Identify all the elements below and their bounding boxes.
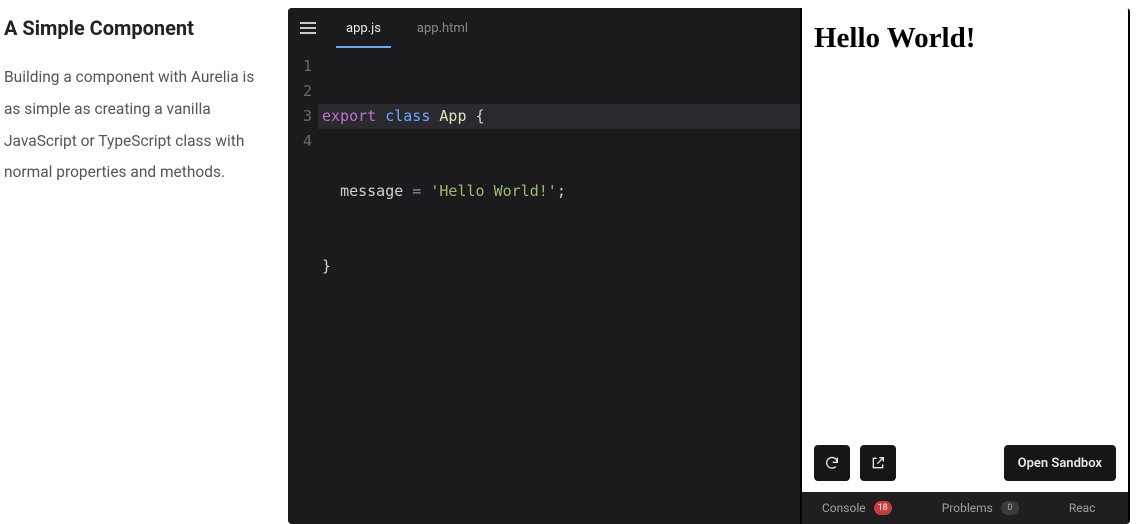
open-sandbox-button[interactable]: Open Sandbox: [1004, 445, 1116, 481]
problems-label: Problems: [942, 501, 993, 515]
line-gutter: 1 2 3 4: [288, 48, 318, 524]
console-error-badge: 18: [874, 501, 892, 515]
react-devtools-tab[interactable]: Reac: [1069, 501, 1096, 515]
preview-column: Hello World! Open Sandbox Console 18: [800, 8, 1130, 524]
code-line: [318, 329, 800, 354]
code-body[interactable]: export class App { message = 'Hello Worl…: [318, 48, 800, 524]
line-number: 1: [288, 54, 318, 79]
code-pane[interactable]: 1 2 3 4 export class App { message = 'He…: [288, 48, 800, 524]
doc-column: A Simple Component Building a component …: [0, 0, 288, 524]
tab-app-html[interactable]: app.html: [399, 8, 486, 48]
menu-icon: [300, 22, 316, 34]
refresh-button[interactable]: [814, 445, 850, 481]
preview-toolbar: Open Sandbox: [802, 434, 1128, 492]
line-number: 4: [288, 129, 318, 154]
line-number: 2: [288, 79, 318, 104]
doc-body: Building a component with Aurelia is as …: [4, 62, 264, 189]
refresh-icon: [824, 455, 840, 471]
sandbox-panel: app.js app.html 1 2 3 4 export class App…: [288, 8, 1130, 524]
code-line: export class App {: [318, 104, 800, 129]
open-external-icon: [870, 455, 886, 471]
problems-tab[interactable]: Problems 0: [942, 501, 1019, 515]
editor-column: app.js app.html 1 2 3 4 export class App…: [288, 8, 800, 524]
code-line: message = 'Hello World!';: [318, 179, 800, 204]
react-label: Reac: [1069, 501, 1096, 515]
problems-badge: 0: [1001, 501, 1019, 515]
console-label: Console: [822, 501, 866, 515]
preview-body: Hello World!: [802, 8, 1128, 434]
editor-header: app.js app.html: [288, 8, 800, 48]
tab-app-js[interactable]: app.js: [328, 8, 399, 48]
code-line: }: [318, 254, 800, 279]
doc-title: A Simple Component: [4, 16, 264, 40]
line-number: 3: [288, 104, 318, 129]
console-bar: Console 18 Problems 0 Reac: [802, 492, 1128, 524]
console-tab[interactable]: Console 18: [822, 501, 892, 515]
menu-button[interactable]: [288, 8, 328, 48]
preview-output: Hello World!: [814, 22, 1116, 55]
open-external-button[interactable]: [860, 445, 896, 481]
